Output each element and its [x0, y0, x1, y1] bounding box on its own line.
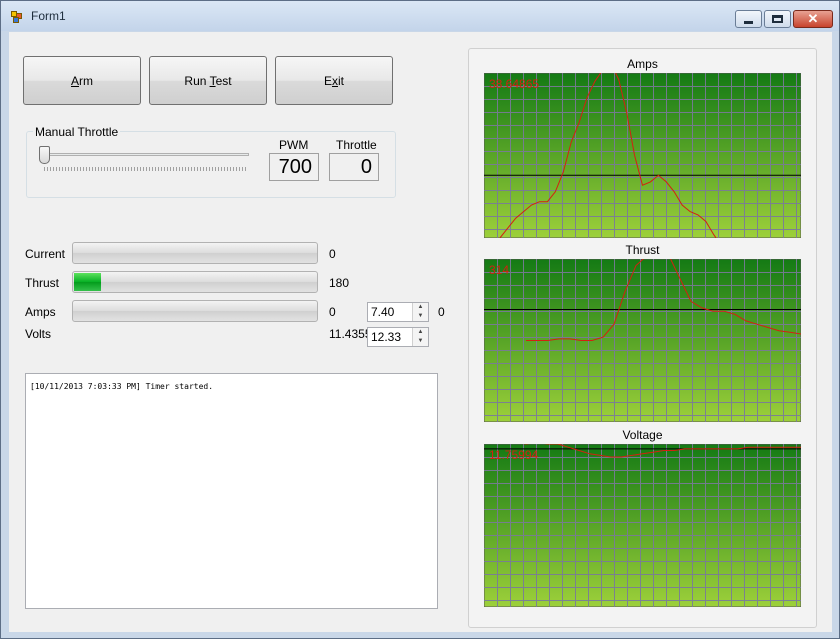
volts-calibration-spinner[interactable]: 12.33 ▲ ▼ [367, 327, 429, 347]
spin-down-icon[interactable]: ▼ [413, 312, 428, 321]
throttle-slider[interactable] [39, 145, 251, 173]
throttle-value: 0 [329, 153, 379, 181]
thrust-progress-fill [74, 273, 101, 291]
log-textbox[interactable]: [10/11/2013 7:03:33 PM] Timer started. [25, 373, 438, 609]
throttle-label: Throttle [336, 138, 377, 152]
volts-calibration-value: 12.33 [371, 330, 402, 344]
app-form-icon [11, 11, 23, 23]
thrust-value: 180 [329, 276, 350, 290]
close-button[interactable]: ✕ [793, 10, 833, 28]
voltage-plot-area [484, 444, 801, 607]
minimize-icon [744, 21, 753, 24]
thrust-readout: 314 [489, 263, 509, 277]
volts-spinner-arrows[interactable]: ▲ ▼ [412, 328, 428, 346]
voltage-readout: 11.75994 [489, 448, 538, 462]
amps-label: Amps [25, 305, 56, 319]
thrust-chart-title: Thrust [625, 243, 660, 257]
slider-thumb[interactable] [39, 146, 50, 164]
form-client-area: Arm Run Test Exit Manual Throttle PWM 70… [9, 32, 832, 632]
spin-up-icon[interactable]: ▲ [413, 303, 428, 312]
voltage-chart: 11.75994 [484, 444, 801, 607]
thrust-label: Thrust [25, 276, 60, 290]
amps-readout: 38.64865 [489, 77, 539, 91]
manual-throttle-label: Manual Throttle [33, 125, 121, 139]
amps-chart-title: Amps [627, 57, 658, 71]
title-bar[interactable]: Form1 ✕ [1, 1, 839, 31]
current-value: 0 [329, 247, 336, 261]
amps-calibration-readout: 0 [438, 305, 445, 319]
pwm-label: PWM [279, 138, 309, 152]
amps-spinner-arrows[interactable]: ▲ ▼ [412, 303, 428, 321]
charts-panel: Amps 38.64865 Thrust 314 Voltage 11.7599… [468, 48, 817, 628]
amps-progress-bar [72, 300, 318, 322]
exit-button[interactable]: Exit [275, 56, 393, 105]
exit-button-label: Exit [323, 73, 344, 88]
main-window: Form1 ✕ Arm Run Test Exit Manual Throttl… [0, 0, 840, 639]
amps-calibration-value: 7.40 [371, 305, 395, 319]
run-test-button-label: Run Test [184, 73, 232, 88]
maximize-icon [772, 15, 783, 23]
close-icon: ✕ [807, 11, 819, 26]
volts-value: 11.4355 [329, 327, 372, 341]
volts-label: Volts [25, 327, 52, 341]
spin-down-icon[interactable]: ▼ [413, 337, 428, 346]
pwm-value: 700 [269, 153, 319, 181]
amps-plot-area [484, 73, 801, 238]
window-title: Form1 [31, 9, 66, 23]
maximize-button[interactable] [764, 10, 791, 28]
slider-track [43, 153, 249, 156]
arm-button[interactable]: Arm [23, 56, 141, 105]
slider-ticks [44, 167, 246, 171]
thrust-chart: 314 [484, 259, 801, 422]
current-label: Current [25, 247, 66, 261]
log-line: [10/11/2013 7:03:33 PM] Timer started. [30, 382, 214, 391]
current-progress-bar [72, 242, 318, 264]
arm-button-label: Arm [70, 73, 93, 88]
thrust-progress-bar [72, 271, 318, 293]
amps-calibration-spinner[interactable]: 7.40 ▲ ▼ [367, 302, 429, 322]
voltage-chart-title: Voltage [622, 428, 663, 442]
run-test-button[interactable]: Run Test [149, 56, 267, 105]
amps-chart: 38.64865 [484, 73, 801, 238]
amps-value: 0 [329, 305, 336, 319]
spin-up-icon[interactable]: ▲ [413, 328, 428, 337]
minimize-button[interactable] [735, 10, 762, 28]
